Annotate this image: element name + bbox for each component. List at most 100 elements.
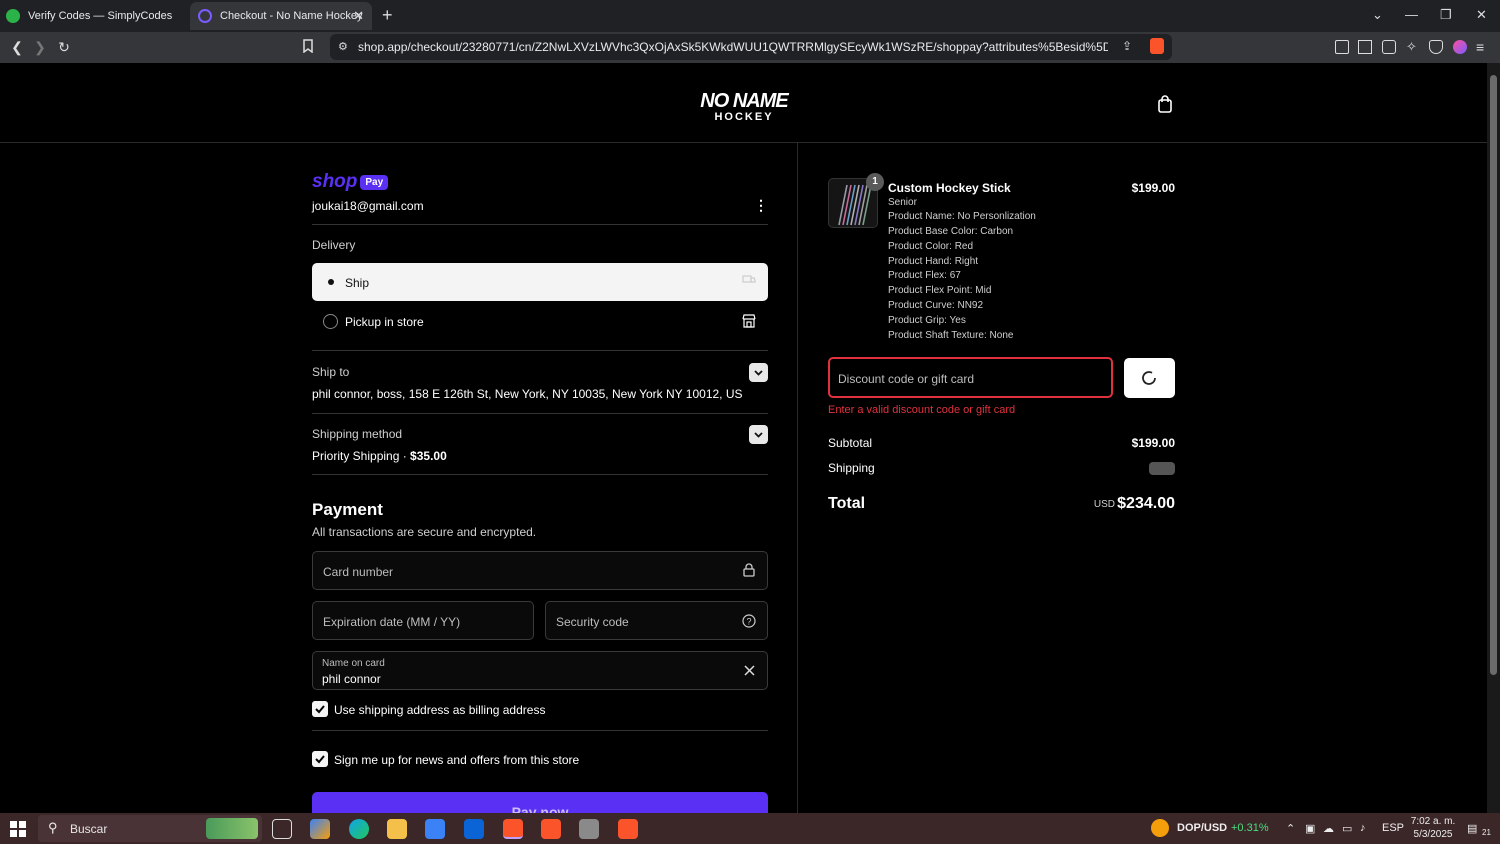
brave-icon-2[interactable] [541, 819, 561, 839]
onedrive-icon[interactable]: ☁ [1323, 822, 1334, 835]
store-icon [742, 314, 756, 328]
taskbar-search[interactable]: ⚲ Buscar [38, 815, 262, 842]
shipping-method-chevron-down-icon[interactable] [749, 425, 768, 444]
help-icon[interactable]: ? [742, 614, 756, 628]
close-tab-icon[interactable]: ✕ [353, 8, 364, 24]
shop-favicon-icon [198, 9, 212, 23]
product-attribute: Product Flex Point: Mid [888, 285, 992, 296]
svg-text:?: ? [746, 617, 751, 627]
edge-icon[interactable] [349, 819, 369, 839]
menu-icon[interactable]: ≡ [1476, 40, 1490, 54]
expiration-placeholder: Expiration date (MM / YY) [323, 615, 461, 629]
vpn-icon[interactable] [1429, 40, 1443, 54]
delivery-option-ship[interactable]: Ship [312, 263, 768, 301]
leo-ai-icon[interactable]: ✧ [1406, 40, 1420, 54]
card-number-field[interactable]: Card number [312, 551, 768, 590]
news-checkbox[interactable] [312, 751, 328, 767]
billing-checkbox[interactable] [312, 701, 328, 717]
product-attribute: Product Curve: NN92 [888, 300, 984, 311]
search-icon: ⚲ [48, 820, 58, 835]
account-email: joukai18@gmail.com [312, 199, 424, 213]
pay-now-button[interactable]: Pay now [312, 792, 768, 813]
store-logo[interactable]: NO NAME HOCKEY [686, 91, 802, 123]
expiration-field[interactable]: Expiration date (MM / YY) [312, 601, 534, 640]
discount-input[interactable]: Discount code or gift card [828, 357, 1113, 398]
shipping-method-value: Priority Shipping · $35.00 [312, 449, 447, 463]
simplycodes-favicon-icon [6, 9, 20, 23]
column-divider [797, 143, 798, 813]
scrollbar-thumb[interactable] [1490, 75, 1497, 675]
language-indicator[interactable]: ESP [1382, 822, 1404, 834]
reload-icon[interactable]: ↻ [56, 39, 72, 55]
divider [312, 350, 768, 351]
notifications-icon[interactable]: ▤ [1467, 822, 1477, 835]
divider [312, 730, 768, 731]
bookmark-icon[interactable] [302, 39, 318, 55]
security-code-field[interactable]: Security code ? [545, 601, 768, 640]
volume-icon[interactable]: ♪ [1360, 822, 1366, 834]
store-app-icon[interactable] [425, 819, 445, 839]
address-bar[interactable]: ⚙ shop.app/checkout/23280771/cn/Z2NwLXVz… [330, 34, 1172, 60]
new-tab-button[interactable]: + [382, 6, 393, 24]
delivery-option-pickup[interactable]: Pickup in store [312, 307, 768, 337]
windows-start-icon[interactable] [10, 821, 26, 837]
shipping-method-label: Shipping method [312, 427, 403, 441]
quantity-badge: 1 [866, 173, 884, 191]
radio-unselected[interactable] [323, 314, 338, 329]
discount-placeholder: Discount code or gift card [838, 372, 975, 386]
clear-icon[interactable] [743, 664, 756, 677]
minimize-button[interactable]: — [1405, 7, 1418, 22]
store-header: NO NAME HOCKEY [0, 63, 1487, 143]
site-info-icon[interactable]: ⚙ [338, 40, 348, 53]
share-icon[interactable]: ⇪ [1122, 39, 1132, 53]
forward-icon[interactable]: ❯ [32, 39, 48, 55]
billing-checkbox-label: Use shipping address as billing address [334, 703, 546, 717]
copilot-icon[interactable] [310, 819, 330, 839]
network-icon[interactable]: ▭ [1342, 822, 1352, 835]
name-on-card-field[interactable]: Name on card phil connor [312, 651, 768, 690]
product-attribute: Product Grip: Yes [888, 315, 966, 326]
product-name: Custom Hockey Stick [888, 181, 1011, 195]
page-scrollbar[interactable] [1487, 63, 1500, 813]
shipping-method-name: Priority Shipping · [312, 449, 411, 463]
total-row: Total USD $234.00 [828, 495, 1175, 513]
checkout-page: NO NAME HOCKEY shop Pay joukai18@gmail.c… [0, 63, 1487, 813]
lock-icon [743, 563, 755, 577]
brave-icon[interactable] [503, 819, 523, 839]
brave-icon-3[interactable] [618, 819, 638, 839]
restore-button[interactable]: ❐ [1440, 7, 1452, 23]
close-window-button[interactable]: ✕ [1476, 7, 1487, 23]
browser-tabbar: Verify Codes — SimplyCodes Checkout - No… [0, 0, 1500, 32]
payment-subtitle: All transactions are secure and encrypte… [312, 525, 537, 539]
name-on-card-label: Name on card [322, 658, 385, 669]
product-attribute: Senior [888, 197, 917, 208]
product-attribute: Product Flex: 67 [888, 270, 961, 281]
ticker-change: +0.31% [1231, 822, 1269, 834]
file-explorer-icon[interactable] [387, 819, 407, 839]
task-view-icon[interactable] [272, 819, 292, 839]
back-icon[interactable]: ❮ [9, 39, 25, 55]
tab-list-icon[interactable]: ⌄ [1372, 7, 1383, 23]
tab-simplycodes[interactable]: Verify Codes — SimplyCodes [6, 2, 186, 30]
account-menu-icon[interactable]: ⋮ [754, 197, 768, 214]
sidebar-icon[interactable] [1358, 40, 1372, 54]
tab-checkout[interactable]: Checkout - No Name Hockey ✕ [190, 2, 372, 30]
apply-discount-button[interactable] [1124, 358, 1175, 398]
cart-bag-icon[interactable] [1157, 95, 1173, 113]
product-attribute: Product Hand: Right [888, 256, 979, 267]
tab-title: Checkout - No Name Hockey [220, 10, 363, 22]
clock[interactable]: 7:02 a. m. 5/3/2025 [1408, 815, 1458, 841]
ship-to-chevron-down-icon[interactable] [749, 363, 768, 382]
show-hidden-icons-icon[interactable]: ⌃ [1286, 822, 1295, 835]
extensions-icon[interactable] [1335, 40, 1349, 54]
meet-icon[interactable]: ▣ [1305, 822, 1315, 835]
news-checkbox-label: Sign me up for news and offers from this… [334, 753, 580, 767]
ticker-name[interactable]: DOP/USD [1177, 822, 1227, 834]
subtotal-label: Subtotal [828, 436, 873, 450]
wallet-icon[interactable] [1382, 40, 1396, 54]
app-icon[interactable] [579, 819, 599, 839]
brave-shields-icon[interactable] [1150, 38, 1164, 54]
profile-icon[interactable] [1453, 40, 1467, 54]
outlook-icon[interactable] [464, 819, 484, 839]
logo-line2: HOCKEY [714, 111, 774, 123]
